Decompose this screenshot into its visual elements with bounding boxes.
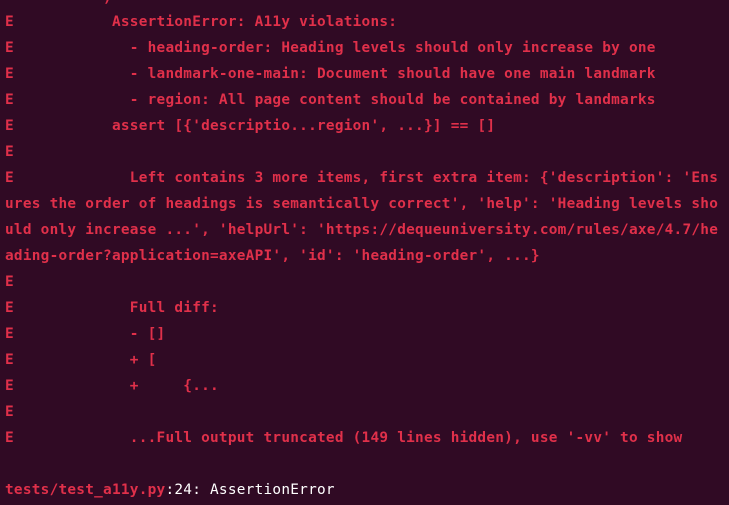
terminal-window[interactable]: ) E AssertionError: A11y violations: E -… [0,0,729,505]
output-line: E - heading-order: Heading levels should… [5,40,656,56]
error-location: :24: AssertionError [165,482,335,498]
output-line: E [5,274,14,290]
output-line: E [5,144,14,160]
output-line: uld only increase ...', 'helpUrl': 'http… [5,222,719,238]
output-line: E - [] [5,326,166,342]
output-line: ures the order of headings is semantical… [5,196,719,212]
output-line: ading-order?application=axeAPI', 'id': '… [5,248,540,264]
output-line: E AssertionError: A11y violations: [5,14,398,30]
output-line: E + {... [5,378,219,394]
output-line: E - landmark-one-main: Document should h… [5,66,656,82]
output-line: E Left contains 3 more items, first extr… [5,170,719,186]
output-line: E [5,404,14,420]
output-line: E Full diff: [5,300,219,316]
output-line: E ...Full output truncated (149 lines hi… [5,430,683,446]
output-line: E + [ [5,352,157,368]
output-line: E assert [{'descriptio...region', ...}] … [5,118,496,134]
output-line: E - region: All page content should be c… [5,92,656,108]
test-file-path: tests/test_a11y.py [5,482,166,498]
footer-line: tests/test_a11y.py:24: AssertionError [5,477,335,503]
